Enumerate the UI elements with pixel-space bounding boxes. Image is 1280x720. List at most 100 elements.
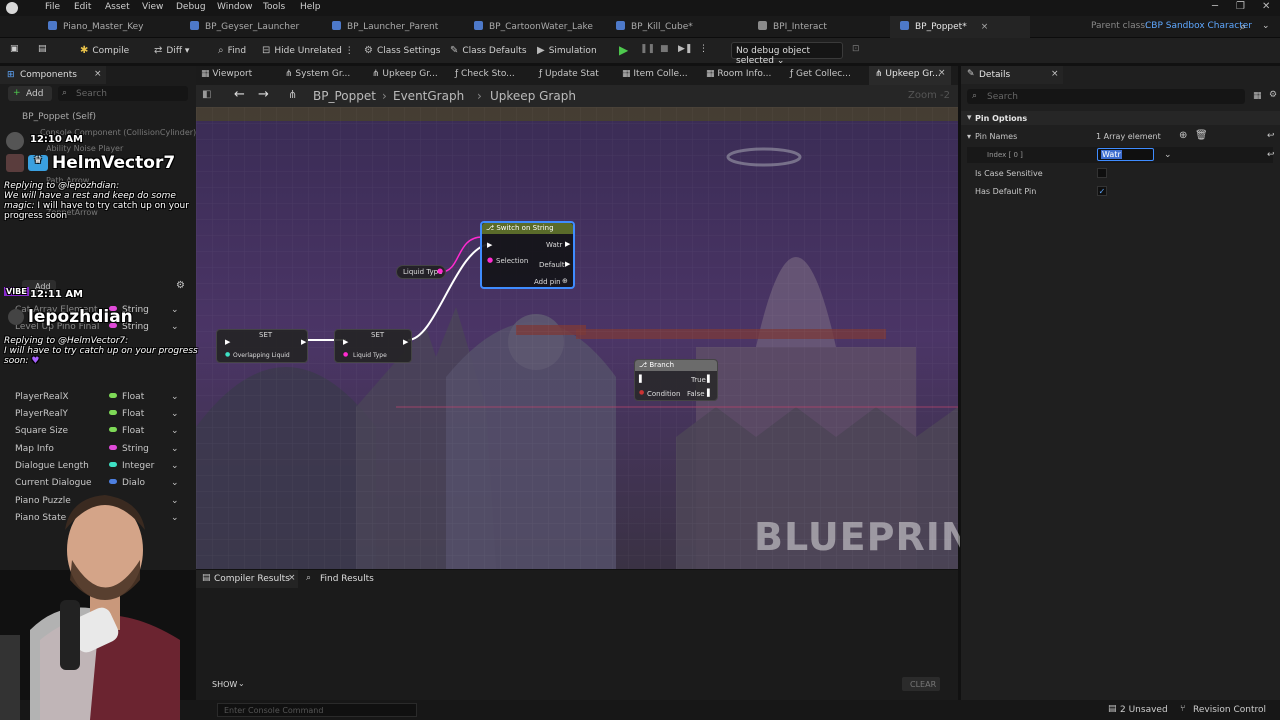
tab-viewport[interactable]: ▦ Viewport	[201, 69, 252, 79]
tab-bp-kill-cube[interactable]: BP_Kill_Cube*	[606, 16, 701, 38]
self-component-row[interactable]: BP_Poppet (Self)	[22, 112, 96, 122]
breadcrumb-leaf[interactable]: Upkeep Graph	[490, 89, 576, 103]
exec-in-pin-icon[interactable]: ▶	[487, 241, 492, 249]
branch-node[interactable]: ⎇ Branch ▌ True ▌ ● Condition False ▌	[634, 359, 718, 401]
step-icon[interactable]: ▶❚	[678, 44, 692, 54]
find-button[interactable]: ⌕ Find	[218, 45, 246, 56]
menu-asset[interactable]: Asset	[105, 2, 130, 12]
exec-out-pin-icon[interactable]: ▶	[301, 338, 306, 346]
tab-check-story[interactable]: ƒ Check Sto...	[455, 69, 515, 79]
string-pin-icon[interactable]: ●	[437, 267, 443, 275]
search-icon[interactable]: ⌕	[1240, 20, 1246, 34]
stop-icon[interactable]: ■	[660, 44, 669, 54]
revision-control-button[interactable]: Revision Control	[1193, 705, 1266, 715]
chevron-down-icon[interactable]: ⌄	[171, 305, 179, 315]
exec-in-pin-icon[interactable]: ▶	[225, 338, 230, 346]
diff-button[interactable]: ⇄ Diff ▾	[154, 45, 189, 56]
menu-view[interactable]: View	[142, 2, 163, 12]
compiler-results-tab[interactable]: ▤ Compiler Results ×	[196, 570, 298, 588]
close-panel-icon[interactable]: ×	[94, 69, 102, 79]
back-arrow-icon[interactable]: ←	[234, 87, 245, 102]
index-value-input[interactable]: Watr	[1097, 148, 1154, 161]
string-pin-icon[interactable]: ●	[343, 351, 348, 358]
debug-object-select[interactable]: No debug object selected ⌄	[731, 42, 843, 66]
tab-upkeep-graph-active[interactable]: ⋔ Upkeep Gr... ×	[869, 66, 951, 85]
tab-piano-master-key[interactable]: Piano_Master_Key	[38, 16, 152, 38]
exec-in-pin-icon[interactable]: ▶	[343, 338, 348, 346]
class-defaults-button[interactable]: ✎ Class Defaults	[450, 45, 527, 56]
gear-icon[interactable]: ⚙	[176, 280, 185, 291]
grid-view-icon[interactable]: ▦	[1253, 91, 1262, 101]
add-pin-icon[interactable]: ⊕	[562, 277, 568, 285]
tab-upkeep-graph[interactable]: ⋔ Upkeep Gr...	[372, 69, 438, 79]
simulation-button[interactable]: ▶ Simulation	[537, 45, 597, 56]
tab-bp-cartoonwater-lake[interactable]: BP_CartoonWater_Lake	[464, 16, 601, 38]
play-icon[interactable]: ▶	[619, 43, 628, 57]
details-tab[interactable]: ✎ Details ×	[961, 66, 1063, 84]
menu-edit[interactable]: Edit	[74, 2, 91, 12]
pause-icon[interactable]: ❚❚	[640, 44, 655, 54]
exec-out-pin-icon[interactable]: ▌	[707, 375, 712, 383]
menu-tools[interactable]: Tools	[263, 2, 285, 12]
breadcrumb-root[interactable]: BP_Poppet	[313, 89, 376, 103]
browse-icon[interactable]: ▤	[38, 44, 47, 54]
graph-menu-icon[interactable]: ◧	[202, 89, 211, 100]
add-element-icon[interactable]: ⊕	[1179, 130, 1187, 141]
add-component-button[interactable]: + Add	[8, 86, 52, 101]
compile-button[interactable]: ✱ Compile	[80, 45, 129, 56]
pin-options-section[interactable]: ▾ Pin Options	[961, 111, 1280, 125]
components-tab[interactable]: ⊞ Components ×	[0, 66, 106, 84]
tab-bpi-interact[interactable]: BPI_Interact	[748, 16, 835, 38]
reset-icon[interactable]: ↩	[1267, 131, 1275, 141]
exec-out-pin-icon[interactable]: ▶	[565, 260, 570, 268]
chevron-down-icon[interactable]: ⌄	[1262, 21, 1270, 31]
chevron-down-icon[interactable]: ⌄	[171, 392, 179, 402]
clear-button[interactable]: CLEAR	[902, 677, 940, 691]
close-window-icon[interactable]: ✕	[1262, 1, 1270, 12]
component-row[interactable]: Ability Noise Player	[46, 144, 123, 153]
reset-icon[interactable]: ↩	[1267, 150, 1275, 160]
breadcrumb-mid[interactable]: EventGraph	[393, 89, 464, 103]
tab-item-collection[interactable]: ▦ Item Colle...	[622, 69, 688, 79]
tab-system-graph[interactable]: ⋔ System Gr...	[285, 69, 350, 79]
set-overlapping-liquid-node[interactable]: SET ▶ ▶ ● Overlapping Liquid	[216, 329, 308, 363]
debug-filter-icon[interactable]: ⊡	[852, 44, 860, 54]
chevron-down-icon[interactable]: ▾	[967, 132, 971, 141]
menu-file[interactable]: File	[45, 2, 60, 12]
chevron-down-icon[interactable]: ⌄	[171, 409, 179, 419]
unreal-logo-icon[interactable]	[6, 2, 18, 14]
liquid-type-getter-node[interactable]: Liquid Type ●	[396, 265, 446, 279]
find-results-tab[interactable]: ⌕ Find Results	[302, 570, 382, 588]
tab-bp-geyser-launcher[interactable]: BP_Geyser_Launcher	[180, 16, 307, 38]
menu-debug[interactable]: Debug	[176, 2, 206, 12]
more-options-icon[interactable]: ⋮	[699, 44, 708, 54]
exec-out-pin-icon[interactable]: ▶	[403, 338, 408, 346]
set-liquid-type-node[interactable]: SET ▶ ▶ ● Liquid Type	[334, 329, 412, 363]
menu-help[interactable]: Help	[300, 2, 321, 12]
has-default-pin-checkbox[interactable]: ✓	[1097, 186, 1107, 196]
object-pin-icon[interactable]: ●	[225, 351, 230, 358]
save-icon[interactable]: ▣	[10, 44, 19, 54]
gear-icon[interactable]: ⚙	[1269, 90, 1277, 100]
close-tab-icon[interactable]: ×	[938, 68, 946, 78]
tab-get-collection[interactable]: ƒ Get Collec...	[790, 69, 851, 79]
bool-pin-icon[interactable]: ●	[639, 389, 644, 396]
components-search-input[interactable]: ⌕ Search	[58, 86, 188, 101]
tab-bp-launcher-parent[interactable]: BP_Launcher_Parent	[322, 16, 446, 38]
chevron-down-icon[interactable]: ⌄	[1164, 150, 1172, 160]
console-command-input[interactable]: Enter Console Command	[217, 703, 417, 717]
parent-class-link[interactable]: CBP Sandbox Character	[1145, 21, 1252, 31]
minimize-icon[interactable]: ─	[1212, 1, 1218, 12]
menu-window[interactable]: Window	[217, 2, 253, 12]
exec-out-pin-icon[interactable]: ▌	[707, 389, 712, 397]
close-tab-icon[interactable]: ×	[288, 573, 296, 583]
chevron-down-icon[interactable]: ⌄	[171, 426, 179, 436]
string-pin-icon[interactable]: ●	[487, 256, 493, 264]
show-button[interactable]: SHOW ⌄	[212, 678, 252, 691]
forward-arrow-icon[interactable]: →	[258, 87, 269, 102]
class-settings-button[interactable]: ⚙ Class Settings	[364, 45, 440, 56]
case-sensitive-checkbox[interactable]	[1097, 168, 1107, 178]
unsaved-count[interactable]: 2 Unsaved	[1120, 705, 1168, 715]
restore-icon[interactable]: ❐	[1236, 1, 1245, 12]
details-search-input[interactable]: ⌕ Search	[967, 89, 1245, 104]
